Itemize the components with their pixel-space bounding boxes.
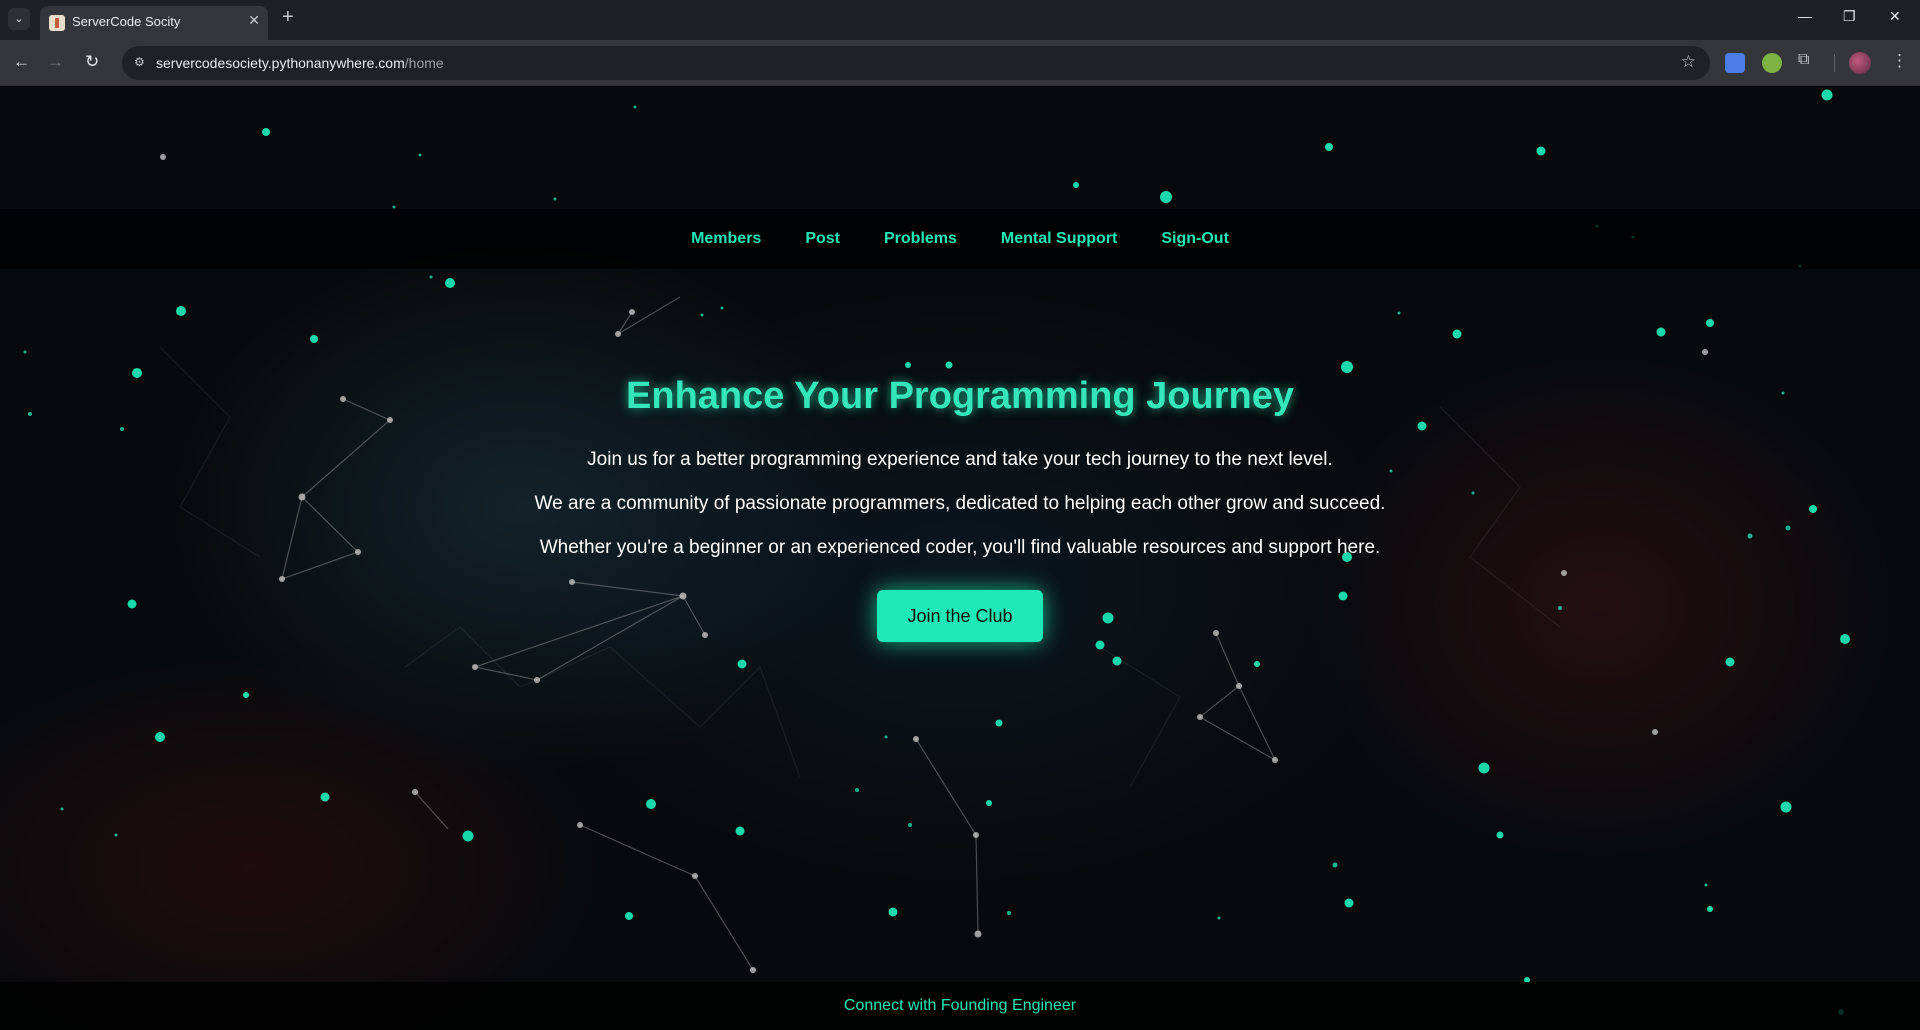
join-club-button[interactable]: Join the Club: [877, 590, 1043, 642]
hero-title: Enhance Your Programming Journey: [626, 375, 1294, 417]
nav-link-problems[interactable]: Problems: [884, 209, 957, 269]
nav-link-post[interactable]: Post: [805, 209, 840, 269]
green-extension-icon[interactable]: [1762, 53, 1782, 73]
nav-link-mental-support[interactable]: Mental Support: [1001, 209, 1117, 269]
founding-engineer-link[interactable]: Connect with Founding Engineer: [844, 997, 1076, 1014]
browser-tab[interactable]: ServerCode Socity ✕: [40, 6, 268, 40]
nav-link-sign-out[interactable]: Sign-Out: [1161, 209, 1229, 269]
browser-tabbar: ⌄ ServerCode Socity ✕ + — ❐ ✕: [0, 0, 1920, 40]
address-bar[interactable]: ⚙ servercodesociety.pythonanywhere.com/h…: [122, 46, 1710, 80]
footer: Connect with Founding Engineer: [0, 982, 1920, 1030]
favicon-icon: [49, 15, 65, 31]
hero-line-1: Join us for a better programming experie…: [587, 449, 1333, 470]
hero-line-3: Whether you're a beginner or an experien…: [539, 537, 1381, 558]
nav-link-members[interactable]: Members: [691, 209, 761, 269]
hero-line-2: We are a community of passionate program…: [534, 493, 1386, 514]
menu-kebab-icon[interactable]: ⋮: [1891, 51, 1908, 71]
url-host: servercodesociety.pythonanywhere.com: [156, 55, 405, 71]
translate-extension-icon[interactable]: [1725, 53, 1745, 73]
tab-title: ServerCode Socity: [72, 14, 181, 29]
profile-avatar[interactable]: [1849, 52, 1871, 74]
reload-icon[interactable]: ↻: [85, 52, 99, 72]
url-text[interactable]: servercodesociety.pythonanywhere.com/hom…: [156, 55, 444, 71]
bookmark-star-icon[interactable]: ☆: [1681, 52, 1696, 72]
browser-toolbar: ← → ↻ ⚙ servercodesociety.pythonanywhere…: [0, 40, 1920, 86]
extensions-puzzle-icon[interactable]: ⧉: [1798, 51, 1818, 71]
new-tab-icon[interactable]: +: [282, 6, 294, 29]
tab-close-icon[interactable]: ✕: [248, 12, 260, 29]
page-viewport: Members Post Problems Mental Support Sign-Ou…: [0, 87, 1920, 1030]
forward-icon[interactable]: →: [47, 52, 64, 72]
tab-search-icon[interactable]: ⌄: [8, 8, 30, 30]
close-window-icon[interactable]: ✕: [1889, 8, 1901, 25]
main-navbar: Members Post Problems Mental Support Sign-Ou…: [0, 209, 1920, 269]
toolbar-divider: [1834, 54, 1835, 72]
site-info-icon[interactable]: ⚙: [134, 55, 150, 71]
restore-icon[interactable]: ❐: [1843, 8, 1856, 25]
url-path: /home: [404, 55, 444, 71]
minimize-icon[interactable]: —: [1798, 8, 1812, 24]
back-icon[interactable]: ←: [13, 52, 30, 72]
